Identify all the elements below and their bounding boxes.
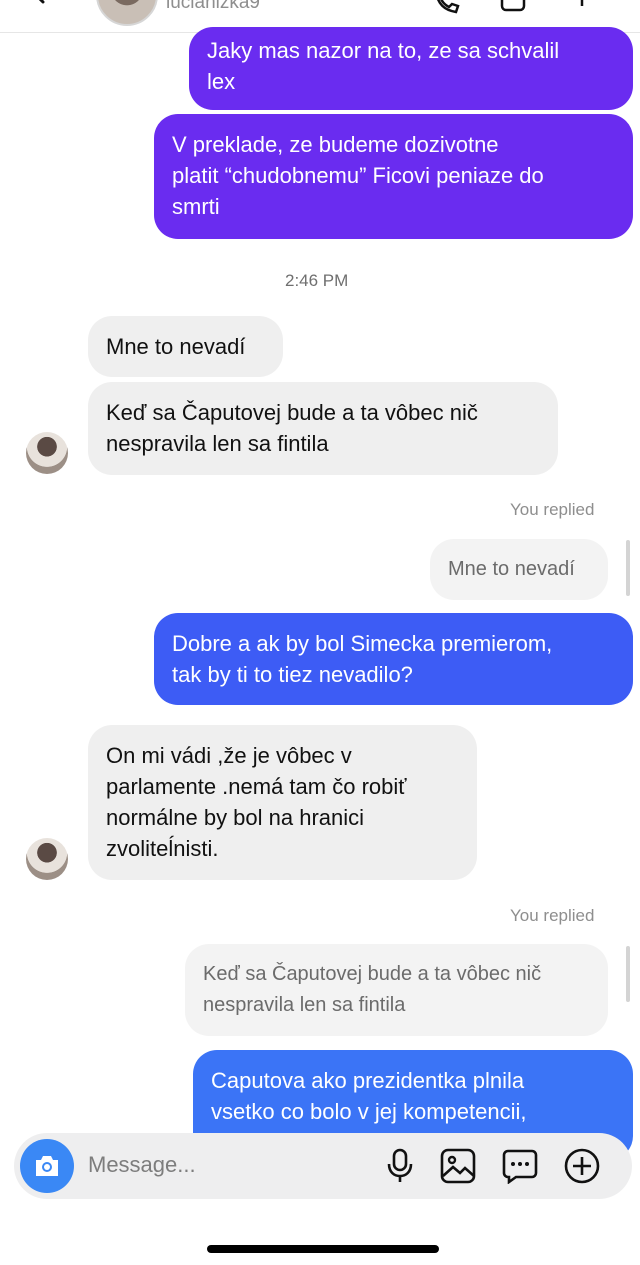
video-call-icon[interactable] [500,0,534,16]
message-line: Mne to nevadí [448,558,575,580]
message-line: Mne to nevadí [106,334,246,359]
outgoing-message[interactable]: Jaky mas nazor na to, ze sa schvalil lex [189,27,633,110]
camera-button[interactable] [20,1139,74,1193]
home-indicator[interactable] [207,1245,439,1253]
message-line: platit “chudobnemu” Ficovi peniaze do [172,163,544,188]
contact-avatar[interactable] [96,0,158,26]
message-line: normálne by bol na hranici [106,805,365,830]
timestamp: 2:46 PM [285,271,349,290]
message-line: vsetko co bolo v jej kompetencii, [211,1099,527,1124]
gallery-icon[interactable] [440,1148,476,1184]
message-line: Keď sa Čaputovej bude a ta vôbec nič [106,400,478,425]
message-line: zvoliteĺnisti. [106,836,219,861]
scroll-indicator [626,540,630,596]
message-line: On mi vádi ,že je vôbec v [106,743,352,768]
message-line: V preklade, ze budeme dozivotne [172,132,499,157]
message-line: Caputova ako prezidentka plnila [211,1068,525,1093]
you-replied-label: You replied [510,500,595,519]
outgoing-message[interactable]: V preklade, ze budeme dozivotne platit “… [154,114,633,239]
sticker-icon[interactable] [502,1148,538,1184]
camera-icon [36,1156,58,1176]
you-replied-label: You replied [510,906,595,925]
quoted-message[interactable]: Keď sa Čaputovej bude a ta vôbec nič nes… [185,944,608,1036]
back-icon[interactable] [28,0,50,4]
plus-icon[interactable] [564,1148,600,1184]
incoming-message[interactable]: Keď sa Čaputovej bude a ta vôbec nič nes… [88,382,558,475]
quoted-message[interactable]: Mne to nevadí [430,539,608,600]
incoming-message[interactable]: On mi vádi ,že je vôbec v parlamente .ne… [88,725,477,880]
message-line: Dobre a ak by bol Simecka premierom, [172,631,553,656]
message-input[interactable]: Message... [88,1152,196,1178]
info-icon[interactable] [570,0,594,16]
scroll-indicator [626,946,630,1002]
message-line: Jaky mas nazor na to, ze sa schvalil [207,38,560,63]
message-line: Keď sa Čaputovej bude a ta vôbec nič [203,963,542,985]
message-line: lex [207,69,236,94]
message-line: smrti [172,194,220,219]
outgoing-message[interactable]: Dobre a ak by bol Simecka premierom, tak… [154,613,633,705]
phone-icon[interactable] [432,0,462,16]
microphone-icon[interactable] [386,1148,414,1184]
incoming-message[interactable]: Mne to nevadí [88,316,283,377]
message-line: tak by ti to tiez nevadilo? [172,662,413,687]
message-composer: Message... [14,1133,632,1199]
sender-avatar[interactable] [26,838,68,880]
sender-avatar[interactable] [26,432,68,474]
message-line: nespravila len sa fintila [106,431,329,456]
contact-username[interactable]: lucianizka9 [166,0,260,14]
message-line: parlamente .nemá tam čo robiť [106,774,407,799]
message-line: nespravila len sa fintila [203,994,406,1016]
